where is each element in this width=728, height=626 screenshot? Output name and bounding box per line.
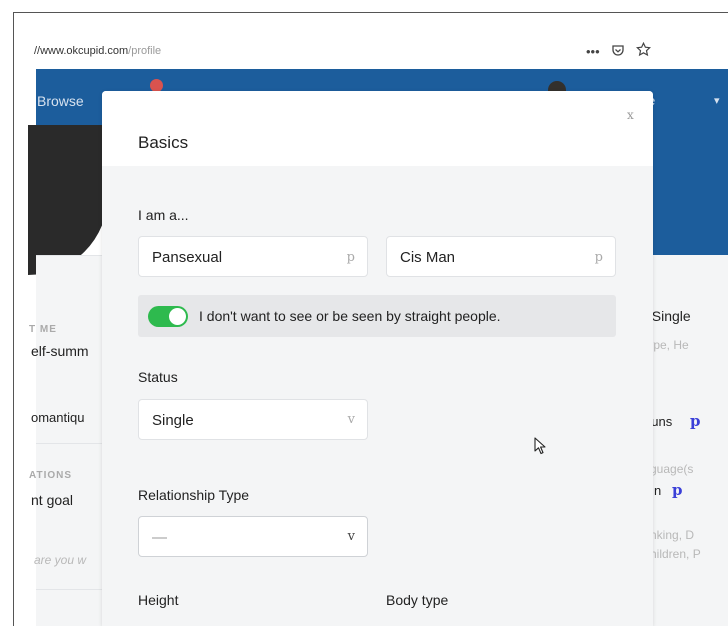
gender-value: Cis Man bbox=[400, 249, 456, 266]
close-icon[interactable]: x bbox=[627, 108, 634, 122]
straight-filter-row: I don't want to see or be seen by straig… bbox=[138, 295, 616, 337]
language-text[interactable]: n bbox=[654, 483, 661, 498]
current-goal-text[interactable]: nt goal bbox=[31, 492, 73, 508]
status-select[interactable]: Single v bbox=[138, 399, 368, 440]
section-title-about: T ME bbox=[29, 324, 57, 335]
orientation-picker-icon: p bbox=[346, 250, 355, 265]
nav-browse-link[interactable]: Browse bbox=[37, 93, 84, 109]
status-value: Single bbox=[152, 412, 194, 429]
chevron-down-icon[interactable]: ▾ bbox=[714, 94, 720, 107]
gender-picker-icon: p bbox=[594, 250, 603, 265]
toggle-knob bbox=[169, 308, 186, 325]
pronouns-edit-icon[interactable]: p bbox=[690, 412, 701, 430]
relationship-type-value: — bbox=[152, 529, 167, 546]
goal-placeholder-text[interactable]: are you w bbox=[34, 553, 86, 567]
relationship-type-select[interactable]: — v bbox=[138, 516, 368, 557]
habits-hint[interactable]: nking, D bbox=[650, 528, 694, 542]
language-edit-icon[interactable]: p bbox=[672, 481, 683, 499]
pocket-icon[interactable] bbox=[611, 43, 625, 60]
divider bbox=[36, 589, 111, 590]
modal-title: Basics bbox=[138, 133, 189, 152]
chevron-down-icon: v bbox=[347, 412, 355, 427]
orientation-select[interactable]: Pansexual p bbox=[138, 236, 368, 277]
browser-window: //www.okcupid.com/profile ••• Browse e ▾… bbox=[13, 12, 728, 626]
gender-select[interactable]: Cis Man p bbox=[386, 236, 616, 277]
profile-photo[interactable] bbox=[28, 125, 108, 275]
romantique-text[interactable]: omantiqu bbox=[31, 410, 84, 425]
language-hint[interactable]: guage(s bbox=[650, 462, 693, 476]
body-type-label: Body type bbox=[386, 592, 449, 608]
url-text[interactable]: //www.okcupid.com/profile bbox=[34, 45, 161, 57]
straight-filter-toggle[interactable] bbox=[148, 306, 188, 327]
divider bbox=[36, 255, 111, 256]
url-tools: ••• bbox=[586, 41, 651, 60]
chevron-down-icon: v bbox=[347, 529, 355, 544]
self-summary-text[interactable]: elf-summ bbox=[31, 343, 89, 359]
star-icon[interactable] bbox=[635, 41, 651, 60]
mouse-cursor-icon bbox=[534, 437, 546, 455]
basics-modal: Basics x I am a... Pansexual p Cis Man p… bbox=[102, 91, 653, 626]
relationship-type-label: Relationship Type bbox=[138, 487, 250, 503]
address-bar[interactable]: //www.okcupid.com/profile ••• bbox=[14, 13, 728, 69]
orientation-value: Pansexual bbox=[152, 249, 223, 266]
status-label: Status bbox=[138, 369, 178, 385]
modal-header: Basics x bbox=[102, 91, 653, 166]
section-title-relations: ATIONS bbox=[29, 470, 73, 481]
straight-filter-label: I don't want to see or be seen by straig… bbox=[199, 308, 501, 324]
height-label: Height bbox=[138, 592, 179, 608]
divider bbox=[36, 443, 111, 444]
ellipsis-icon[interactable]: ••• bbox=[586, 44, 600, 59]
children-hint[interactable]: hildren, P bbox=[650, 547, 701, 561]
iam-label: I am a... bbox=[138, 207, 189, 223]
